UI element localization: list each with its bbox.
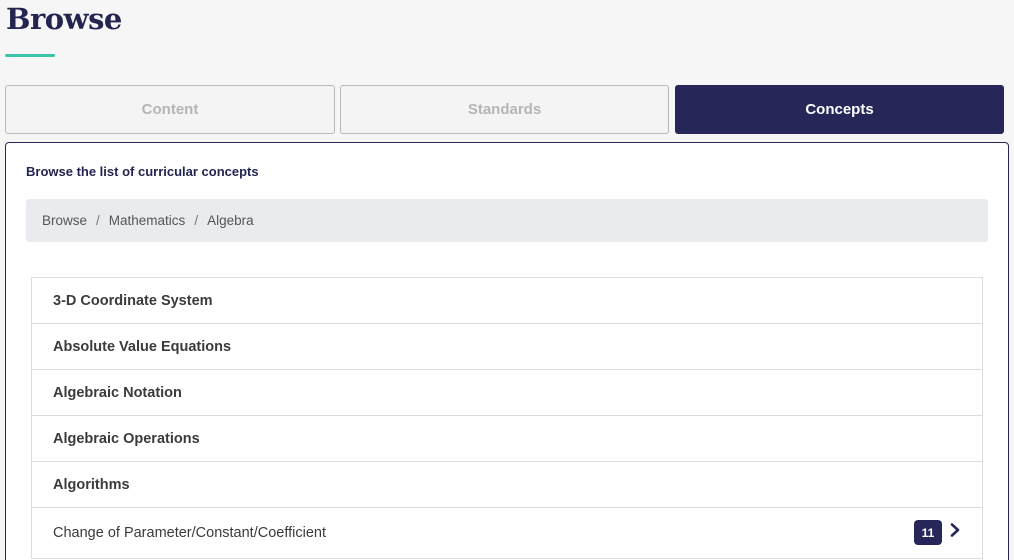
concept-item[interactable]: Algorithms [32,462,982,508]
tab-concepts[interactable]: Concepts [675,85,1004,134]
concepts-panel: Browse the list of curricular concepts B… [5,142,1009,560]
count-badge: 11 [914,520,942,545]
browse-page: Browse Content Standards Concepts Browse… [0,0,1014,560]
concept-list: 3-D Coordinate System Absolute Value Equ… [31,277,983,559]
concept-item[interactable]: Algebraic Notation [32,370,982,416]
concept-label: Change of Parameter/Constant/Coefficient [53,525,326,541]
chevron-right-icon[interactable] [949,523,961,537]
panel-heading: Browse the list of curricular concepts [26,164,259,179]
tab-standards[interactable]: Standards [340,85,669,134]
breadcrumb-separator: / [194,213,199,228]
concept-label: Algebraic Operations [53,430,200,447]
concept-item[interactable]: Absolute Value Equations [32,324,982,370]
breadcrumb-browse[interactable]: Browse [42,213,87,228]
concept-item[interactable]: 3-D Coordinate System [32,278,982,324]
breadcrumb: Browse / Mathematics / Algebra [26,199,988,242]
tab-content[interactable]: Content [5,85,335,134]
breadcrumb-separator: / [96,213,100,228]
concept-item[interactable]: Algebraic Operations [32,416,982,462]
concept-item-expandable[interactable]: Change of Parameter/Constant/Coefficient… [32,508,982,559]
page-title: Browse [6,2,122,36]
browse-tabs: Content Standards Concepts [5,85,1004,134]
concept-label: Algorithms [53,476,130,493]
concept-label: Absolute Value Equations [53,338,232,355]
title-underline [5,54,55,57]
breadcrumb-algebra: Algebra [207,213,254,228]
breadcrumb-mathematics[interactable]: Mathematics [109,213,186,228]
concept-label: 3-D Coordinate System [53,292,213,309]
concept-label: Algebraic Notation [53,384,182,401]
